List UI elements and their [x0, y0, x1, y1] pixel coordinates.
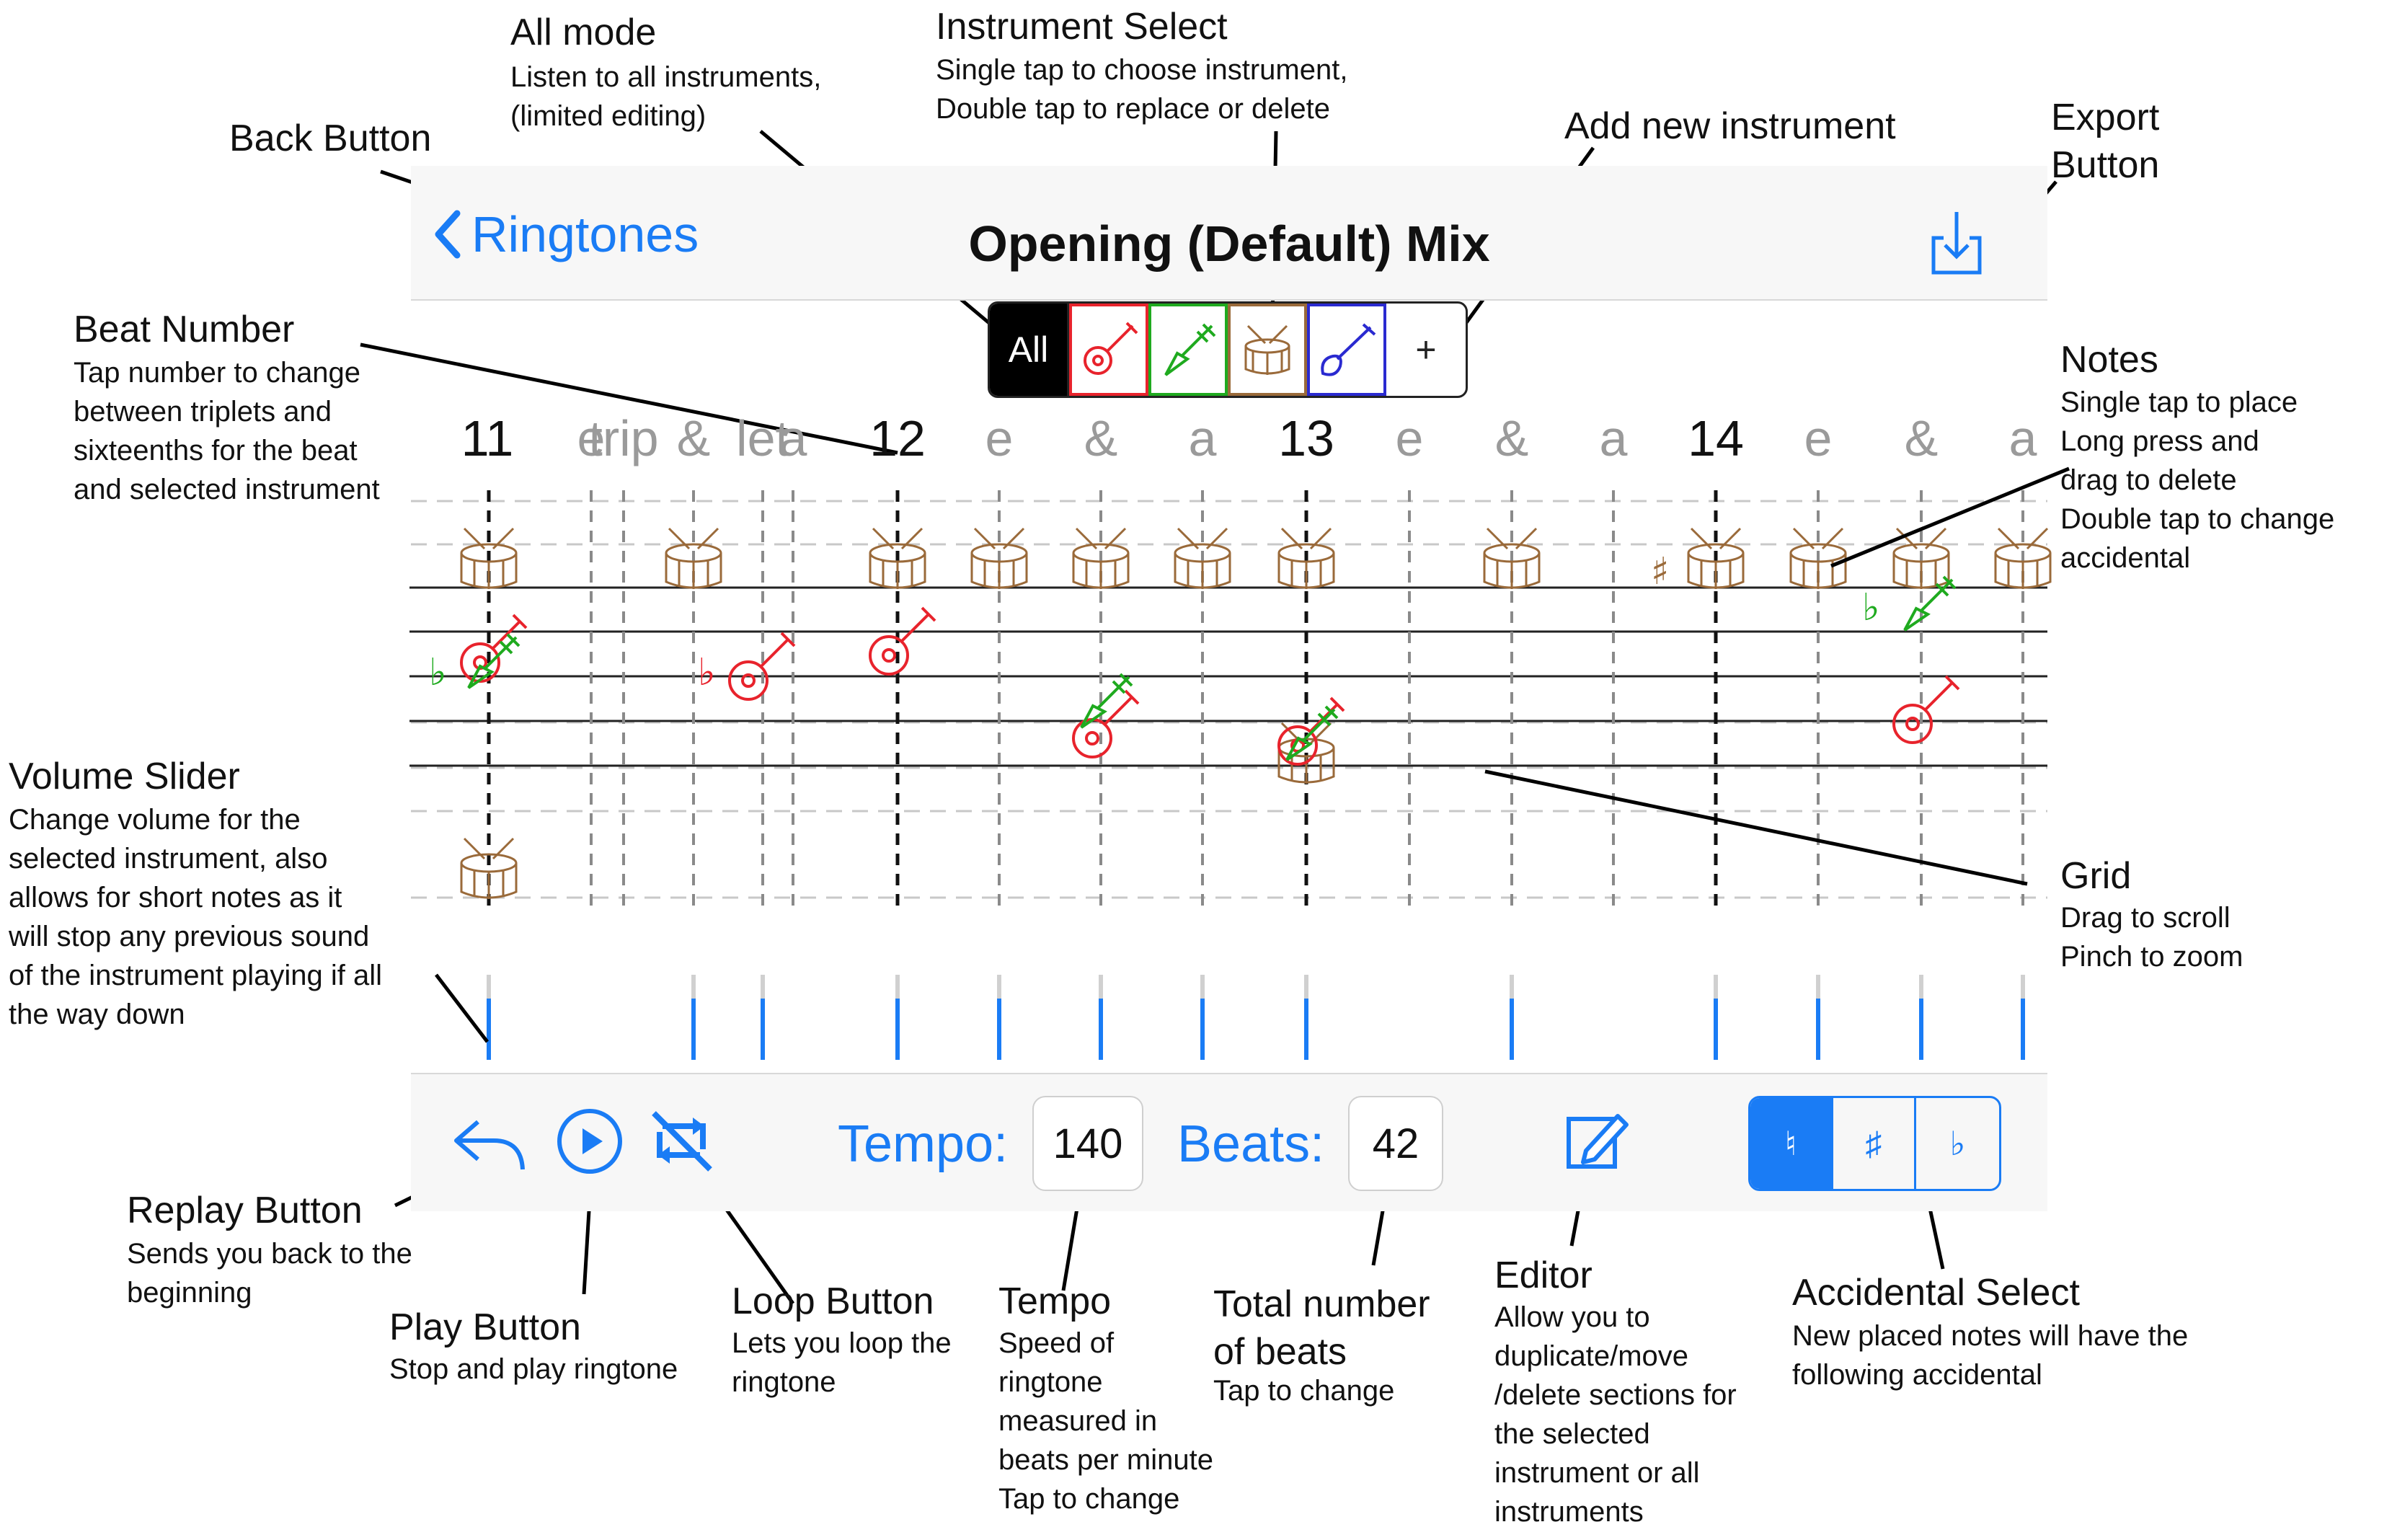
beat-label[interactable]: &: [677, 410, 711, 467]
beat-label[interactable]: trip: [588, 410, 658, 467]
all-mode-desc: Listen to all instruments, (limited edit…: [510, 61, 822, 132]
loop-icon[interactable]: [645, 1105, 717, 1177]
back-button-title: Back Button: [229, 118, 432, 159]
grid-desc: Drag to scroll Pinch to zoom: [2060, 902, 2243, 973]
guitar-note-icon: [869, 606, 936, 676]
grid-title: Grid: [2060, 855, 2132, 897]
volume-slider-title: Volume Slider: [9, 756, 240, 797]
all-mode-button[interactable]: All: [990, 304, 1069, 396]
loop-button-title: Loop Button: [732, 1280, 934, 1322]
beat-label[interactable]: e: [1804, 410, 1833, 467]
play-button-desc: Stop and play ringtone: [389, 1353, 678, 1385]
tempo-field[interactable]: 140: [1032, 1096, 1143, 1191]
annotation-pointer-line: [1830, 466, 2070, 568]
instrument-select: All +: [988, 301, 1468, 398]
replay-icon[interactable]: [451, 1112, 530, 1177]
instrument-bass-button[interactable]: [1148, 304, 1228, 396]
loop-button-desc: Lets you loop the ringtone: [732, 1327, 952, 1398]
navigation-bar: Ringtones Opening (Default) Mix: [411, 166, 2047, 301]
beats-field[interactable]: 42: [1348, 1096, 1443, 1191]
beat-label[interactable]: e: [985, 410, 1014, 467]
guitar-note-icon: [460, 614, 528, 683]
editor-title: Editor: [1494, 1254, 1593, 1296]
export-button-title: Export Button: [2051, 97, 2160, 186]
beat-label[interactable]: a: [1189, 410, 1217, 467]
beat-number-desc: Tap number to change between triplets an…: [74, 357, 380, 505]
add-instrument-title: Add new instrument: [1564, 105, 1896, 147]
beat-label[interactable]: 11: [461, 410, 514, 467]
beat-number-title: Beat Number: [74, 309, 295, 350]
add-instrument-button[interactable]: +: [1386, 304, 1466, 396]
volume-slider-desc: Change volume for the selected instrumen…: [9, 804, 383, 1030]
instrument-select-title: Instrument Select: [936, 6, 1228, 48]
accidental-select: ♮ ♯ ♭: [1748, 1096, 2001, 1191]
page-title: Opening (Default) Mix: [968, 216, 1490, 272]
beat-label[interactable]: &: [1905, 410, 1939, 467]
bottom-toolbar: Tempo: 140 Beats: 42 ♮ ♯ ♭: [411, 1073, 2047, 1211]
flat-mark: ♭: [1862, 586, 1880, 629]
guitar-icon: [1084, 322, 1138, 375]
export-icon[interactable]: [1928, 209, 1985, 278]
drum-note-icon: [460, 837, 518, 899]
instrument-drum-button[interactable]: [1228, 304, 1307, 396]
bass-guitar-icon: [1164, 323, 1216, 376]
sharp-mark: ♯: [1651, 550, 1669, 593]
flat-mark: ♭: [698, 651, 716, 694]
replay-button-desc: Sends you back to the beginning: [127, 1238, 412, 1309]
annotation-pointer-line: [1484, 769, 2028, 886]
accidental-select-title: Accidental Select: [1792, 1272, 2080, 1314]
play-button-title: Play Button: [389, 1306, 581, 1348]
accidental-natural-button[interactable]: ♮: [1750, 1098, 1833, 1189]
tempo-title: Tempo: [998, 1280, 1112, 1322]
beat-label[interactable]: a: [2009, 410, 2037, 467]
instrument-guitar-button[interactable]: [1069, 304, 1148, 396]
accidental-select-desc: New placed notes will have the following…: [1792, 1320, 2189, 1391]
beat-label[interactable]: 14: [1688, 410, 1744, 467]
beat-label[interactable]: a: [1600, 410, 1628, 467]
beat-label[interactable]: 12: [869, 410, 926, 467]
tempo-label: Tempo:: [838, 1115, 1009, 1173]
drum-icon: [1244, 324, 1290, 375]
accidental-flat-button[interactable]: ♭: [1916, 1098, 1999, 1189]
annotation-pointer-line: [435, 973, 489, 1043]
editor-desc: Allow you to duplicate/move /delete sect…: [1494, 1301, 1737, 1528]
beat-label[interactable]: &: [1084, 410, 1118, 467]
beat-label[interactable]: &: [1495, 410, 1529, 467]
electric-guitar-icon: [1321, 323, 1376, 376]
total-beats-title: Total number of beats: [1213, 1283, 1430, 1373]
instrument-electric-guitar-button[interactable]: [1307, 304, 1386, 396]
replay-button-title: Replay Button: [127, 1190, 363, 1231]
instrument-select-desc: Single tap to choose instrument, Double …: [936, 54, 1348, 125]
accidental-sharp-button[interactable]: ♯: [1833, 1098, 1916, 1189]
flat-mark: ♭: [429, 651, 447, 694]
editor-pencil-icon[interactable]: [1564, 1109, 1629, 1174]
beat-label[interactable]: e: [1396, 410, 1424, 467]
total-beats-desc: Tap to change: [1213, 1375, 1395, 1407]
beat-label[interactable]: 13: [1278, 410, 1334, 467]
all-mode-title: All mode: [510, 12, 657, 53]
notes-title: Notes: [2060, 339, 2158, 381]
beats-label: Beats:: [1177, 1115, 1325, 1173]
guitar-note-icon: [1892, 675, 1960, 744]
bass-note-icon: [1903, 575, 1957, 632]
notes-desc: Single tap to place Long press and drag …: [2060, 386, 2335, 574]
play-icon[interactable]: [555, 1107, 624, 1176]
tempo-desc: Speed of ringtone measured in beats per …: [998, 1327, 1213, 1515]
beat-label[interactable]: a: [779, 410, 807, 467]
